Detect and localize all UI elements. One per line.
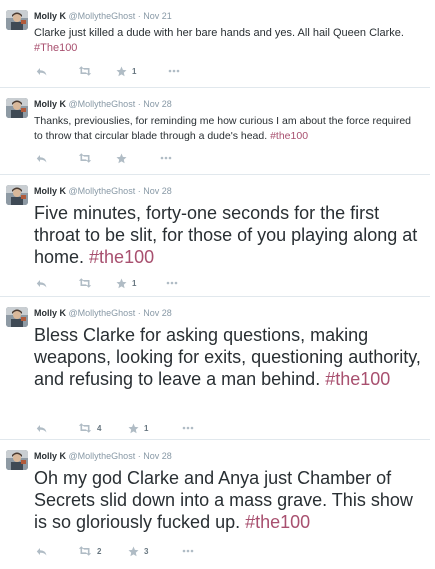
tweet-text: Clarke just killed a dude with her bare … bbox=[34, 26, 422, 56]
tweet-text: Bless Clarke for asking questions, makin… bbox=[34, 324, 422, 390]
separator: · bbox=[137, 186, 141, 196]
more-button[interactable] bbox=[182, 545, 194, 557]
reply-icon bbox=[36, 67, 47, 75]
favorite-button[interactable]: 1 bbox=[116, 277, 136, 289]
reply-button[interactable] bbox=[36, 277, 47, 289]
star-icon bbox=[128, 423, 139, 433]
avatar[interactable] bbox=[6, 185, 28, 205]
timestamp[interactable]: Nov 28 bbox=[143, 186, 172, 196]
timestamp[interactable]: Nov 28 bbox=[143, 451, 172, 461]
favorite-button[interactable] bbox=[116, 152, 132, 164]
avatar[interactable] bbox=[6, 307, 28, 327]
star-icon bbox=[128, 546, 139, 556]
favorite-button[interactable]: 1 bbox=[116, 65, 136, 77]
more-icon bbox=[182, 426, 194, 430]
retweet-icon bbox=[78, 423, 92, 433]
retweet-button[interactable] bbox=[78, 277, 97, 289]
user-name[interactable]: Molly K bbox=[34, 186, 66, 196]
tweet[interactable]: Molly K @MollytheGhost · Nov 28 Bless Cl… bbox=[0, 297, 430, 440]
favorite-button[interactable]: 1 bbox=[128, 422, 148, 434]
tweet[interactable]: Molly K @MollytheGhost · Nov 28 Oh my go… bbox=[0, 440, 430, 569]
retweet-icon bbox=[78, 153, 92, 163]
more-button[interactable] bbox=[168, 65, 180, 77]
reply-button[interactable] bbox=[36, 65, 47, 77]
tweet-text: Five minutes, forty-one seconds for the … bbox=[34, 202, 422, 268]
tweet-text: Thanks, previouslies, for reminding me h… bbox=[34, 114, 422, 144]
hashtag-link[interactable]: #the100 bbox=[245, 512, 310, 532]
user-name[interactable]: Molly K bbox=[34, 11, 66, 21]
tweet[interactable]: Molly K @MollytheGhost · Nov 28 Thanks, … bbox=[0, 88, 430, 175]
tweet-text-body: Clarke just killed a dude with her bare … bbox=[34, 27, 404, 39]
avatar[interactable] bbox=[6, 10, 28, 30]
hashtag-link[interactable]: #the100 bbox=[89, 247, 154, 267]
retweet-count: 2 bbox=[97, 546, 102, 556]
separator: · bbox=[137, 308, 141, 318]
favorite-count: 1 bbox=[144, 423, 149, 433]
more-button[interactable] bbox=[166, 277, 178, 289]
timestamp[interactable]: Nov 28 bbox=[143, 99, 172, 109]
star-icon bbox=[116, 278, 127, 288]
reply-button[interactable] bbox=[36, 545, 47, 557]
more-button[interactable] bbox=[182, 422, 194, 434]
more-icon bbox=[166, 281, 178, 285]
reply-icon bbox=[36, 279, 47, 287]
tweet[interactable]: Molly K @MollytheGhost · Nov 28 Five min… bbox=[0, 175, 430, 297]
tweet-header: Molly K @MollytheGhost · Nov 28 bbox=[34, 451, 172, 462]
user-handle[interactable]: @MollytheGhost bbox=[69, 308, 136, 318]
hashtag-link[interactable]: #the100 bbox=[325, 369, 390, 389]
user-handle[interactable]: @MollytheGhost bbox=[69, 186, 136, 196]
retweet-button[interactable]: 2 bbox=[78, 545, 101, 557]
timestamp[interactable]: Nov 28 bbox=[143, 308, 172, 318]
retweet-icon bbox=[78, 66, 92, 76]
hashtag-link[interactable]: #The100 bbox=[34, 42, 77, 54]
retweet-icon bbox=[78, 278, 92, 288]
more-icon bbox=[160, 156, 172, 160]
reply-icon bbox=[36, 547, 47, 555]
reply-icon bbox=[36, 424, 47, 432]
retweet-count: 4 bbox=[97, 423, 102, 433]
tweet-header: Molly K @MollytheGhost · Nov 28 bbox=[34, 308, 172, 319]
separator: · bbox=[137, 451, 141, 461]
favorite-count: 1 bbox=[132, 66, 137, 76]
tweet-text: Oh my god Clarke and Anya just Chamber o… bbox=[34, 467, 422, 533]
user-name[interactable]: Molly K bbox=[34, 451, 66, 461]
more-icon bbox=[182, 549, 194, 553]
more-icon bbox=[168, 69, 180, 73]
tweet-header: Molly K @MollytheGhost · Nov 28 bbox=[34, 186, 172, 197]
retweet-button[interactable] bbox=[78, 65, 97, 77]
retweet-icon bbox=[78, 546, 92, 556]
favorite-count: 1 bbox=[132, 278, 137, 288]
favorite-count: 3 bbox=[144, 546, 149, 556]
separator: · bbox=[137, 11, 141, 21]
tweet-text-body: Thanks, previouslies, for reminding me h… bbox=[34, 115, 412, 142]
user-name[interactable]: Molly K bbox=[34, 99, 66, 109]
user-handle[interactable]: @MollytheGhost bbox=[69, 451, 136, 461]
star-icon bbox=[116, 66, 127, 76]
more-button[interactable] bbox=[160, 152, 172, 164]
separator: · bbox=[137, 99, 141, 109]
tweet-header: Molly K @MollytheGhost · Nov 28 bbox=[34, 99, 172, 110]
star-icon bbox=[116, 153, 127, 163]
reply-button[interactable] bbox=[36, 152, 47, 164]
tweet-header: Molly K @MollytheGhost · Nov 21 bbox=[34, 11, 172, 22]
reply-button[interactable] bbox=[36, 422, 47, 434]
tweet[interactable]: Molly K @MollytheGhost · Nov 21 Clarke j… bbox=[0, 0, 430, 88]
favorite-button[interactable]: 3 bbox=[128, 545, 148, 557]
reply-icon bbox=[36, 154, 47, 162]
avatar[interactable] bbox=[6, 450, 28, 470]
avatar[interactable] bbox=[6, 98, 28, 118]
user-name[interactable]: Molly K bbox=[34, 308, 66, 318]
hashtag-link[interactable]: #the100 bbox=[270, 130, 308, 142]
timestamp[interactable]: Nov 21 bbox=[143, 11, 172, 21]
tweet-text-body: Oh my god Clarke and Anya just Chamber o… bbox=[34, 468, 413, 532]
retweet-button[interactable] bbox=[78, 152, 97, 164]
user-handle[interactable]: @MollytheGhost bbox=[69, 11, 136, 21]
user-handle[interactable]: @MollytheGhost bbox=[69, 99, 136, 109]
retweet-button[interactable]: 4 bbox=[78, 422, 101, 434]
